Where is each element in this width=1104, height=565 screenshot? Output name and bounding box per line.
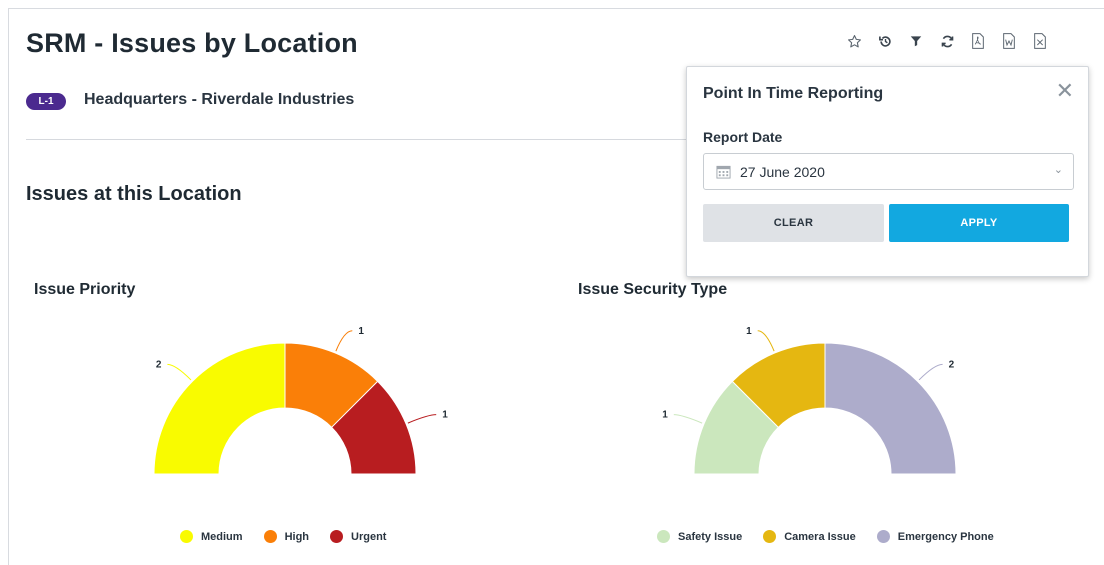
chart-title-issue-security-type: Issue Security Type: [578, 281, 728, 298]
chart-data-label: 2: [156, 359, 162, 370]
clear-button[interactable]: CLEAR: [703, 204, 884, 242]
apply-button[interactable]: APPLY: [889, 204, 1069, 242]
excel-export-icon[interactable]: [1028, 32, 1052, 50]
star-icon[interactable]: [842, 32, 866, 50]
chart-label-connector: [335, 330, 353, 352]
chart-label-connector: [167, 363, 192, 381]
legend-swatch: [330, 530, 344, 543]
chart-data-label: 1: [662, 410, 668, 421]
section-title: Issues at this Location: [26, 183, 242, 205]
legend-swatch: [263, 530, 277, 543]
word-export-icon[interactable]: [997, 32, 1021, 50]
close-icon[interactable]: ✕: [1056, 80, 1074, 102]
report-date-label: Report Date: [703, 129, 783, 145]
panel-title: Point In Time Reporting: [703, 85, 884, 102]
point-in-time-panel: Point In Time Reporting ✕ Report Date 27…: [686, 66, 1089, 277]
chart-data-label: 2: [949, 359, 955, 370]
legend-label: Safety Issue: [678, 530, 743, 543]
legend-swatch: [876, 530, 890, 543]
chart-data-label: 1: [442, 410, 448, 421]
history-icon[interactable]: [873, 32, 897, 50]
chart-label-connector: [918, 363, 943, 381]
chart-data-label: 1: [358, 326, 364, 337]
divider: [26, 139, 686, 140]
chart-slice-medium[interactable]: [153, 342, 286, 475]
chart-label-connector: [673, 414, 703, 424]
legend-item-medium[interactable]: Medium: [180, 530, 243, 543]
chevron-down-icon: ⌄: [1053, 164, 1063, 176]
legend-item-urgent[interactable]: Urgent: [330, 530, 386, 543]
refresh-icon[interactable]: [935, 32, 959, 50]
location-badge: L-1: [26, 93, 66, 110]
legend-label: High: [284, 530, 310, 543]
chart-label-connector: [757, 330, 775, 352]
legend-item-high[interactable]: High: [263, 530, 310, 543]
issue-security-type-legend: Safety Issue Camera Issue Emergency Phone: [657, 530, 1015, 543]
chart-slice-emergency-phone[interactable]: [824, 342, 957, 475]
issue-priority-chart: 2 1 1: [153, 326, 448, 475]
legend-swatch: [180, 530, 193, 543]
legend-label: Medium: [201, 530, 243, 543]
report-toolbar: [842, 32, 1059, 50]
legend-item-camera-issue[interactable]: Camera Issue: [763, 530, 856, 543]
legend-label: Urgent: [351, 530, 387, 543]
calendar-icon: [716, 164, 731, 184]
legend-swatch: [763, 530, 777, 543]
legend-swatch: [657, 530, 670, 543]
chart-title-issue-priority: Issue Priority: [34, 281, 136, 298]
issue-priority-legend: Medium High Urgent: [180, 530, 407, 543]
filter-icon[interactable]: [904, 32, 928, 50]
legend-item-emergency-phone[interactable]: Emergency Phone: [876, 530, 994, 543]
pdf-export-icon[interactable]: [966, 32, 990, 50]
report-date-value: 27 June 2020: [740, 164, 825, 180]
chart-label-connector: [407, 414, 437, 424]
location-name[interactable]: Headquarters - Riverdale Industries: [84, 91, 354, 109]
page-title: SRM - Issues by Location: [26, 28, 358, 58]
chart-data-label: 1: [746, 326, 752, 337]
legend-item-safety-issue[interactable]: Safety Issue: [657, 530, 742, 543]
report-date-field[interactable]: 27 June 2020 ⌄: [703, 153, 1074, 190]
issue-security-type-chart: 1 1 2: [662, 326, 957, 475]
legend-label: Camera Issue: [784, 530, 856, 543]
legend-label: Emergency Phone: [897, 530, 994, 543]
